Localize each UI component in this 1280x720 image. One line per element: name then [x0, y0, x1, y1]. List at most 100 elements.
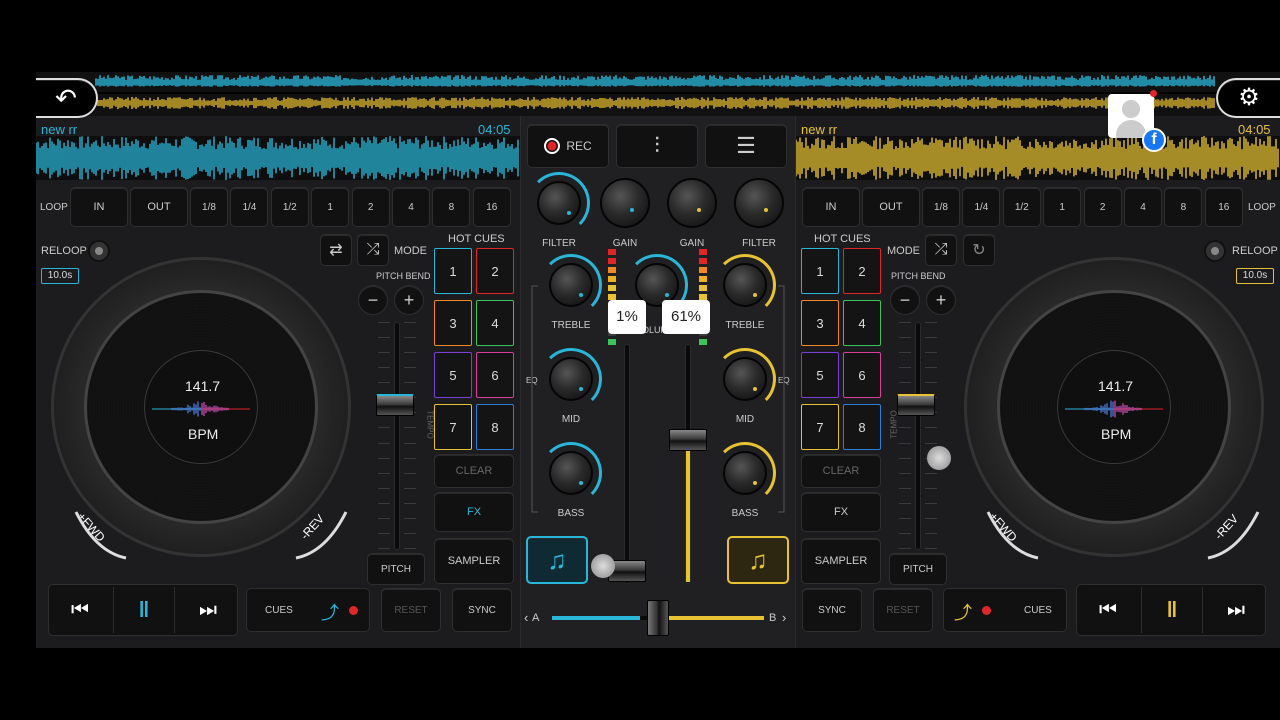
deck-b-loop-size-button[interactable]: 2 [1083, 187, 1122, 227]
deck-b-loop-size-button[interactable]: 16 [1204, 187, 1243, 227]
deck-a-loop-size-button[interactable]: 1/4 [230, 187, 269, 227]
deck-b-play-pause-button[interactable]: ‖ [1141, 587, 1203, 633]
deck-b-loop-size-button[interactable]: 4 [1124, 187, 1162, 227]
deck-a-loop-roll-button[interactable]: ⤴ [321, 599, 365, 623]
deck-b-loop-out-button[interactable]: OUT [862, 187, 920, 227]
filter-b-knob[interactable] [728, 172, 790, 234]
deck-b-tempo-slider[interactable] [893, 322, 943, 550]
deck-b-hot-cue-pad[interactable]: 1 [801, 248, 839, 294]
deck-b-shuffle-button[interactable]: ⤮ [925, 234, 957, 266]
deck-a-next-button[interactable]: ⏭ [177, 587, 239, 633]
deck-a-reloop-time[interactable]: 10.0s [41, 268, 79, 284]
deck-b-loop-in-button[interactable]: IN [802, 187, 860, 227]
deck-a-loop-in-button[interactable]: IN [70, 187, 128, 227]
vu-segment [608, 285, 616, 291]
deck-b-prev-button[interactable]: ⏮ [1077, 587, 1139, 633]
deck-a-hot-cue-pad[interactable]: 6 [476, 352, 514, 398]
deck-a-hot-cue-pad[interactable]: 4 [476, 300, 514, 346]
mixer-settings-button[interactable]: ⫶ [616, 124, 698, 168]
deck-b-loop-roll-button[interactable]: ⤴ [954, 599, 998, 623]
deck-b-clear-button[interactable]: CLEAR [801, 454, 881, 488]
deck-b-reset-button[interactable]: RESET [873, 588, 933, 632]
deck-b-repeat-button[interactable]: ↻ [963, 234, 995, 266]
deck-b-sync-button[interactable]: SYNC [802, 588, 862, 632]
gain-a-knob[interactable] [594, 172, 656, 234]
deck-b-hot-cue-pad[interactable]: 4 [843, 300, 881, 346]
deck-a-shuffle-button[interactable]: ⤮ [357, 234, 389, 266]
deck-b-loop-size-button[interactable]: 1/8 [922, 187, 960, 227]
deck-a-pitch-bend-plus[interactable]: + [394, 285, 424, 315]
deck-b-loop-size-button[interactable]: 1 [1043, 187, 1082, 227]
deck-a-loop-size-button[interactable]: 1/2 [270, 187, 309, 227]
deck-b-loop-size-button[interactable]: 1/2 [1002, 187, 1041, 227]
deck-b-next-button[interactable]: ⏭ [1205, 587, 1267, 633]
deck-b-hot-cue-pad[interactable]: 6 [843, 352, 881, 398]
vu-segment [608, 249, 616, 255]
deck-a-waveform[interactable] [36, 136, 520, 180]
deck-a-sync-button[interactable]: SYNC [452, 588, 512, 632]
channel-a-volume-fader[interactable] [602, 344, 652, 584]
deck-b-reloop-button[interactable] [1204, 240, 1226, 262]
deck-a-pitch-bend-minus[interactable]: − [358, 285, 388, 315]
deck-b-sampler-button[interactable]: SAMPLER [801, 538, 881, 584]
deck-b-hot-cue-pad[interactable]: 5 [801, 352, 839, 398]
deck-b-hot-cue-pad[interactable]: 7 [801, 404, 839, 450]
deck-b-tempo-label: TEMPO [889, 410, 899, 439]
deck-b-reloop-time[interactable]: 10.0s [1236, 268, 1274, 284]
deck-b-pitch-button[interactable]: PITCH [889, 553, 947, 585]
deck-a-reloop-button[interactable] [88, 240, 110, 262]
rec-button[interactable]: REC [527, 124, 609, 168]
deck-a-loop-size-button[interactable]: 2 [351, 187, 390, 227]
deck-b-cue-group: ⤴ CUES [943, 588, 1067, 632]
crossfader[interactable] [552, 600, 764, 636]
sampler-b-button[interactable]: ♫ [727, 536, 789, 584]
deck-a-hot-cue-pad[interactable]: 3 [434, 300, 472, 346]
deck-b-waveform[interactable] [795, 136, 1280, 180]
deck-b-hot-cue-pad[interactable]: 3 [801, 300, 839, 346]
deck-a-reset-button[interactable]: RESET [381, 588, 441, 632]
deck-a-loop-size-button[interactable]: 16 [472, 187, 511, 227]
deck-a-hot-cue-pad[interactable]: 7 [434, 404, 472, 450]
deck-a-loop-size-button[interactable]: 4 [392, 187, 430, 227]
deck-a-nudge-arcs [74, 511, 348, 560]
deck-a-hot-cue-pad[interactable]: 8 [476, 404, 514, 450]
deck-a-loop-size-button[interactable]: 8 [432, 187, 471, 227]
deck-b-fx-button[interactable]: FX [801, 492, 881, 532]
deck-b-loop-size-button[interactable]: 8 [1164, 187, 1203, 227]
gain-b-knob[interactable] [661, 172, 723, 234]
sampler-a-button[interactable]: ♫ [526, 536, 588, 584]
deck-a-hot-cue-pad[interactable]: 1 [434, 248, 472, 294]
deck-a-pitch-button[interactable]: PITCH [367, 553, 425, 585]
deck-b-pitch-bend-plus[interactable]: + [926, 285, 956, 315]
deck-a-prev-button[interactable]: ⏮ [49, 587, 111, 633]
deck-a-play-pause-button[interactable]: ‖ [113, 587, 175, 633]
deck-a-tempo-fader-cap[interactable] [376, 394, 414, 417]
deck-b-pitch-bend-minus[interactable]: − [890, 285, 920, 315]
deck-a-hot-cue-pad[interactable]: 2 [476, 248, 514, 294]
deck-a-loop-size-button[interactable]: 1/8 [190, 187, 228, 227]
deck-a-loop-size-button[interactable]: 1 [311, 187, 350, 227]
deck-a-hot-cue-pad[interactable]: 5 [434, 352, 472, 398]
deck-a-tempo-slider[interactable] [372, 322, 422, 550]
deck-b-tempo-fader-cap[interactable] [897, 394, 935, 417]
deck-a-sync-lock-button[interactable]: ⇄ [320, 234, 352, 266]
overview-waveform[interactable] [36, 72, 1280, 116]
menu-button[interactable]: ☰ [705, 124, 787, 168]
deck-b-hot-cue-pad[interactable]: 2 [843, 248, 881, 294]
channel-b-fader-cap[interactable] [669, 429, 707, 452]
deck-b-hot-cue-pad[interactable]: 8 [843, 404, 881, 450]
deck-b-reloop-label: RELOOP [1232, 245, 1278, 257]
crossfader-cap[interactable] [647, 600, 669, 636]
deck-a-clear-button[interactable]: CLEAR [434, 454, 514, 488]
deck-a-cues-button[interactable]: CUES [265, 605, 293, 616]
deck-a-sampler-button[interactable]: SAMPLER [434, 538, 514, 584]
deck-a-loop-out-button[interactable]: OUT [130, 187, 188, 227]
channel-b-volume-fader[interactable] [663, 344, 713, 584]
deck-b-cues-button[interactable]: CUES [1024, 605, 1052, 616]
back-button[interactable]: ↶ [36, 78, 98, 118]
record-dot-icon [982, 606, 991, 615]
settings-button[interactable]: ⚙ [1216, 78, 1280, 118]
deck-b-loop-size-button[interactable]: 1/4 [962, 187, 1001, 227]
deck-a-fx-button[interactable]: FX [434, 492, 514, 532]
filter-a-knob[interactable] [528, 172, 590, 234]
